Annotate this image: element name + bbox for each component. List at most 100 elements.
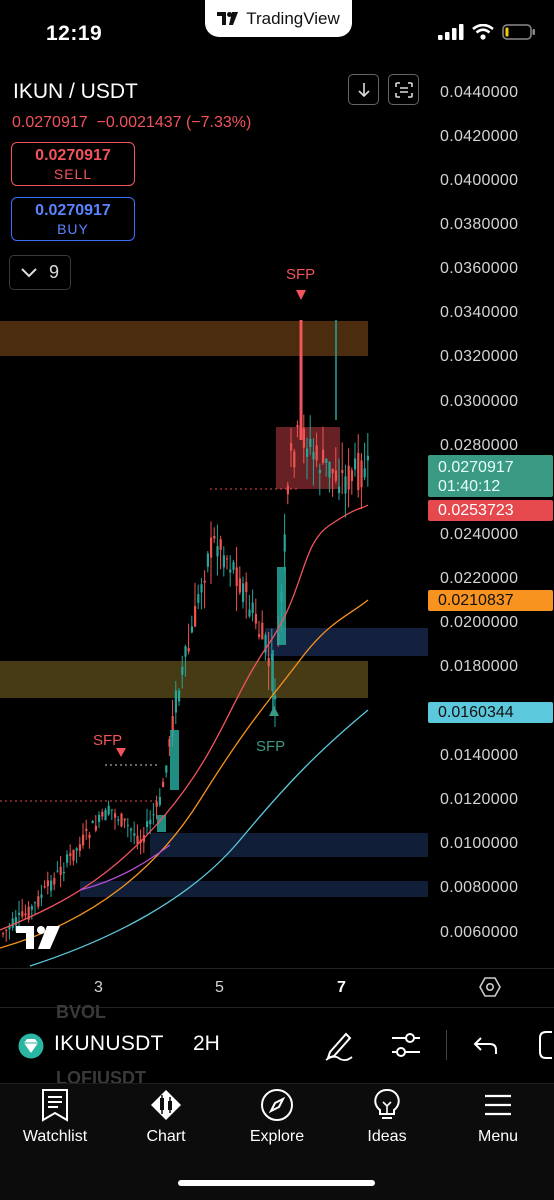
fullscreen-button[interactable] bbox=[388, 74, 419, 105]
indicators-toggle-button[interactable]: 9 bbox=[9, 255, 71, 290]
candle-body bbox=[46, 880, 49, 887]
symbol-logo-icon bbox=[18, 1033, 44, 1059]
candle-body bbox=[72, 849, 75, 861]
nav-watchlist[interactable]: Watchlist bbox=[5, 1088, 105, 1146]
price-tick: 0.0280000 bbox=[440, 437, 519, 454]
price-tick: 0.0360000 bbox=[440, 260, 519, 277]
chart-candles-icon bbox=[151, 1090, 181, 1120]
tradingview-pill[interactable]: TradingView bbox=[205, 0, 352, 37]
candle-body bbox=[24, 913, 27, 916]
status-time: 12:19 bbox=[46, 22, 103, 45]
price-tick: 0.0180000 bbox=[440, 658, 519, 675]
candle-body bbox=[347, 465, 350, 490]
candle-body bbox=[222, 555, 225, 568]
candle-body bbox=[229, 569, 232, 573]
candle-body bbox=[296, 424, 299, 428]
candle-body bbox=[88, 834, 91, 839]
candle-body bbox=[350, 470, 353, 482]
sfp-marker-top bbox=[296, 290, 306, 300]
ma-red bbox=[0, 504, 369, 931]
arrow-down-icon bbox=[357, 82, 370, 97]
interval-button[interactable]: 2H bbox=[193, 1032, 220, 1056]
candle-body bbox=[98, 814, 101, 822]
candle-body bbox=[325, 458, 328, 463]
settings-hexagon-icon[interactable] bbox=[479, 976, 501, 998]
price-line: 0.0270917 −0.0021437 (−7.33%) bbox=[12, 114, 251, 132]
redo-icon-partial[interactable] bbox=[534, 1030, 554, 1060]
candle-body bbox=[203, 580, 206, 583]
candle-body bbox=[152, 814, 155, 816]
candle-body bbox=[91, 820, 94, 824]
candle-body bbox=[254, 614, 257, 624]
candle-body bbox=[206, 553, 209, 567]
price-tick: 0.0060000 bbox=[440, 924, 519, 941]
indicator-settings-sliders-icon[interactable] bbox=[390, 1030, 422, 1060]
candle-body bbox=[104, 809, 107, 821]
download-button[interactable] bbox=[348, 74, 379, 105]
candle-body bbox=[174, 690, 177, 713]
sell-price: 0.0270917 bbox=[35, 147, 111, 164]
price-change-pct: (−7.33%) bbox=[185, 114, 252, 131]
price-tick: 0.0080000 bbox=[440, 879, 519, 896]
candle-body bbox=[312, 452, 315, 460]
price-tick: 0.0420000 bbox=[440, 128, 519, 145]
nav-explore[interactable]: Explore bbox=[227, 1088, 327, 1146]
candle-body bbox=[66, 854, 69, 863]
wifi-icon bbox=[472, 24, 494, 40]
symbol-search-button[interactable]: IKUNUSDT bbox=[54, 1032, 164, 1056]
nav-ideas[interactable]: Ideas bbox=[337, 1088, 437, 1146]
candle-body bbox=[245, 581, 248, 593]
candle-body bbox=[11, 918, 14, 928]
fvg-zone bbox=[80, 881, 428, 897]
undo-icon[interactable] bbox=[472, 1034, 498, 1056]
time-tick: 5 bbox=[215, 979, 224, 996]
candle-body bbox=[309, 438, 312, 448]
nav-watchlist-label: Watchlist bbox=[22, 1128, 88, 1145]
candle-body bbox=[210, 537, 213, 558]
candle-body bbox=[155, 801, 158, 807]
last-price: 0.0270917 bbox=[12, 114, 88, 131]
nav-menu[interactable]: Menu bbox=[448, 1088, 548, 1146]
ma-label-red: 0.0253723 bbox=[428, 500, 553, 521]
candle-body bbox=[283, 534, 286, 552]
candle-body bbox=[274, 695, 277, 700]
candle-body bbox=[114, 813, 117, 818]
candle-body bbox=[197, 594, 200, 603]
price-tick: 0.0320000 bbox=[440, 348, 519, 365]
time-axis-divider bbox=[0, 968, 554, 969]
price-tick: 0.0200000 bbox=[440, 614, 519, 631]
candle-body bbox=[357, 453, 360, 491]
fvg-zone bbox=[150, 833, 428, 857]
time-tick: 7 bbox=[337, 979, 346, 996]
candle-body bbox=[126, 824, 129, 826]
candle-body bbox=[85, 828, 88, 831]
candle-body bbox=[219, 539, 222, 550]
drawing-pen-icon[interactable] bbox=[322, 1028, 356, 1062]
buy-button[interactable]: 0.0270917 BUY bbox=[11, 197, 135, 241]
supply-zone bbox=[0, 321, 368, 356]
buy-label: BUY bbox=[57, 221, 89, 237]
app-name: TradingView bbox=[246, 8, 340, 28]
battery-icon bbox=[502, 24, 535, 40]
highlight-box bbox=[276, 427, 340, 489]
nav-chart[interactable]: Chart bbox=[116, 1088, 216, 1146]
candle-body bbox=[82, 834, 85, 846]
candle-body bbox=[200, 584, 203, 593]
nav-explore-label: Explore bbox=[249, 1128, 305, 1145]
sfp-label-top: SFP bbox=[286, 266, 316, 283]
candle-body bbox=[136, 835, 139, 844]
candle-body bbox=[110, 809, 113, 811]
price-tick: 0.0100000 bbox=[440, 835, 519, 852]
price-tick: 0.0240000 bbox=[440, 526, 519, 543]
candle-body bbox=[366, 455, 369, 461]
candle-body bbox=[328, 462, 331, 478]
pair-title[interactable]: IKUN / USDT bbox=[13, 80, 138, 104]
candle-body bbox=[341, 469, 344, 474]
fvg-zone bbox=[265, 628, 428, 656]
toolbar-separator bbox=[446, 1030, 447, 1060]
candle-body bbox=[331, 468, 334, 473]
sell-button[interactable]: 0.0270917 SELL bbox=[11, 142, 135, 186]
hamburger-menu-icon bbox=[485, 1094, 511, 1116]
candle-body bbox=[267, 658, 270, 667]
candle-body bbox=[56, 870, 59, 872]
